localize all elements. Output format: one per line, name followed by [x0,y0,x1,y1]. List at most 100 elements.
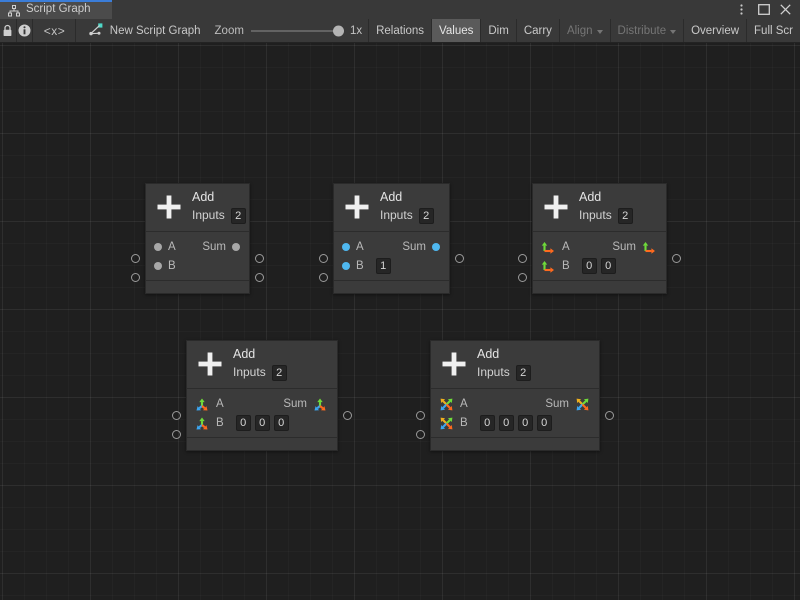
zoom-slider-handle[interactable] [333,25,344,36]
port-icon-vector4[interactable] [439,397,454,412]
code-icon[interactable]: <x> [33,19,76,42]
node-box[interactable]: AddInputs2 A Sum B1 [333,183,450,294]
script-graph-icon [89,23,103,39]
port-dot-float[interactable] [154,243,162,251]
more-options-icon[interactable] [735,3,748,16]
value-field[interactable]: 0 [518,415,533,431]
value-field[interactable]: 0 [499,415,514,431]
port-icon-vector3[interactable] [195,397,210,412]
graph-canvas[interactable]: AddInputs2ASumBAddInputs2ASumB1AddInputs… [0,43,800,600]
zoom-slider[interactable] [251,25,343,37]
node-inputs-row: Inputs2 [380,208,434,224]
close-icon[interactable] [779,3,792,16]
toolbar-button-values[interactable]: Values [431,19,480,42]
port-icon-vector2[interactable] [541,259,556,274]
value-field[interactable]: 0 [236,415,251,431]
port-icon-vector3[interactable] [313,397,328,412]
toolbar-button-label: Align [567,25,593,37]
graph-node-add-vector3[interactable]: AddInputs2ASumB000 [186,340,338,451]
input-port-a[interactable]: A [195,397,224,412]
node-port-row: B00 [533,257,666,276]
node-inputs-count-field[interactable]: 2 [516,365,531,381]
port-dot-float[interactable] [232,243,240,251]
node-box[interactable]: AddInputs2ASumB000 [186,340,338,451]
value-field[interactable]: 0 [274,415,289,431]
node-box[interactable]: AddInputs2ASumB0000 [430,340,600,451]
value-field[interactable]: 0 [480,415,495,431]
input-port-b[interactable]: B [154,261,176,273]
graph-node-add-float[interactable]: AddInputs2 A Sum B [145,183,250,294]
graph-node-add-int[interactable]: AddInputs2 A Sum B1 [333,183,450,294]
node-header[interactable]: AddInputs2 [187,341,337,389]
node-header[interactable]: AddInputs2 [334,184,449,232]
control-input-port[interactable] [172,430,181,439]
tab-script-graph[interactable]: Script Graph [0,0,112,19]
lock-icon[interactable] [0,19,17,42]
control-input-port[interactable] [416,411,425,420]
port-icon-vector4[interactable] [575,397,590,412]
output-port-sum[interactable]: Sum [612,240,657,255]
toolbar-button-overview[interactable]: Overview [683,19,746,42]
control-output-port[interactable] [672,254,681,263]
input-port-b[interactable]: B [541,259,570,274]
node-inputs-count-field[interactable]: 2 [231,208,246,224]
toolbar-button-carry[interactable]: Carry [516,19,559,42]
node-inputs-count-field[interactable]: 2 [419,208,434,224]
graph-node-add-vector4[interactable]: AddInputs2ASumB0000 [430,340,600,451]
control-output-port[interactable] [255,254,264,263]
port-dot-float[interactable] [154,262,162,270]
port-icon-vector2[interactable] [541,240,556,255]
output-port-sum[interactable]: Sum [545,397,590,412]
info-icon[interactable] [17,19,34,42]
toolbar-button-full-scr[interactable]: Full Scr [746,19,800,42]
input-port-a[interactable]: A [541,240,570,255]
port-icon-vector4[interactable] [439,416,454,431]
toolbar-button-align[interactable]: Align [559,19,610,42]
control-output-port[interactable] [255,273,264,282]
node-header[interactable]: AddInputs2 [431,341,599,389]
node-header[interactable]: AddInputs2 [533,184,666,232]
graph-name-field[interactable]: New Script Graph [83,19,215,42]
port-dot-integer[interactable] [432,243,440,251]
port-dot-integer[interactable] [342,262,350,270]
control-input-port[interactable] [172,411,181,420]
control-input-port[interactable] [131,254,140,263]
toolbar-button-dim[interactable]: Dim [480,19,515,42]
toolbar-button-distribute[interactable]: Distribute [610,19,684,42]
maximize-icon[interactable] [757,3,770,16]
output-port-sum[interactable]: Sum [402,242,440,254]
control-input-port[interactable] [131,273,140,282]
input-port-b[interactable]: B [342,261,364,273]
node-inputs-count-field[interactable]: 2 [272,365,287,381]
value-field[interactable]: 1 [376,258,391,274]
output-port-sum[interactable]: Sum [202,242,240,254]
toolbar-button-label: Distribute [618,25,667,37]
control-input-port[interactable] [319,273,328,282]
control-output-port[interactable] [343,411,352,420]
node-box[interactable]: AddInputs2ASumB00 [532,183,667,294]
node-inputs-count-field[interactable]: 2 [618,208,633,224]
input-port-b[interactable]: B [195,416,224,431]
control-input-port[interactable] [518,273,527,282]
value-field[interactable]: 0 [537,415,552,431]
control-input-port[interactable] [518,254,527,263]
value-field[interactable]: 0 [255,415,270,431]
node-box[interactable]: AddInputs2 A Sum B [145,183,250,294]
control-output-port[interactable] [455,254,464,263]
control-input-port[interactable] [416,430,425,439]
port-icon-vector3[interactable] [195,416,210,431]
port-dot-integer[interactable] [342,243,350,251]
control-input-port[interactable] [319,254,328,263]
control-output-port[interactable] [605,411,614,420]
input-port-a[interactable]: A [342,242,364,254]
value-field[interactable]: 0 [601,258,616,274]
input-port-a[interactable]: A [154,242,176,254]
toolbar-button-relations[interactable]: Relations [368,19,431,42]
input-port-b[interactable]: B [439,416,468,431]
output-port-sum[interactable]: Sum [283,397,328,412]
value-field[interactable]: 0 [582,258,597,274]
node-header[interactable]: AddInputs2 [146,184,249,232]
graph-node-add-vector2[interactable]: AddInputs2ASumB00 [532,183,667,294]
port-icon-vector2[interactable] [642,240,657,255]
input-port-a[interactable]: A [439,397,468,412]
